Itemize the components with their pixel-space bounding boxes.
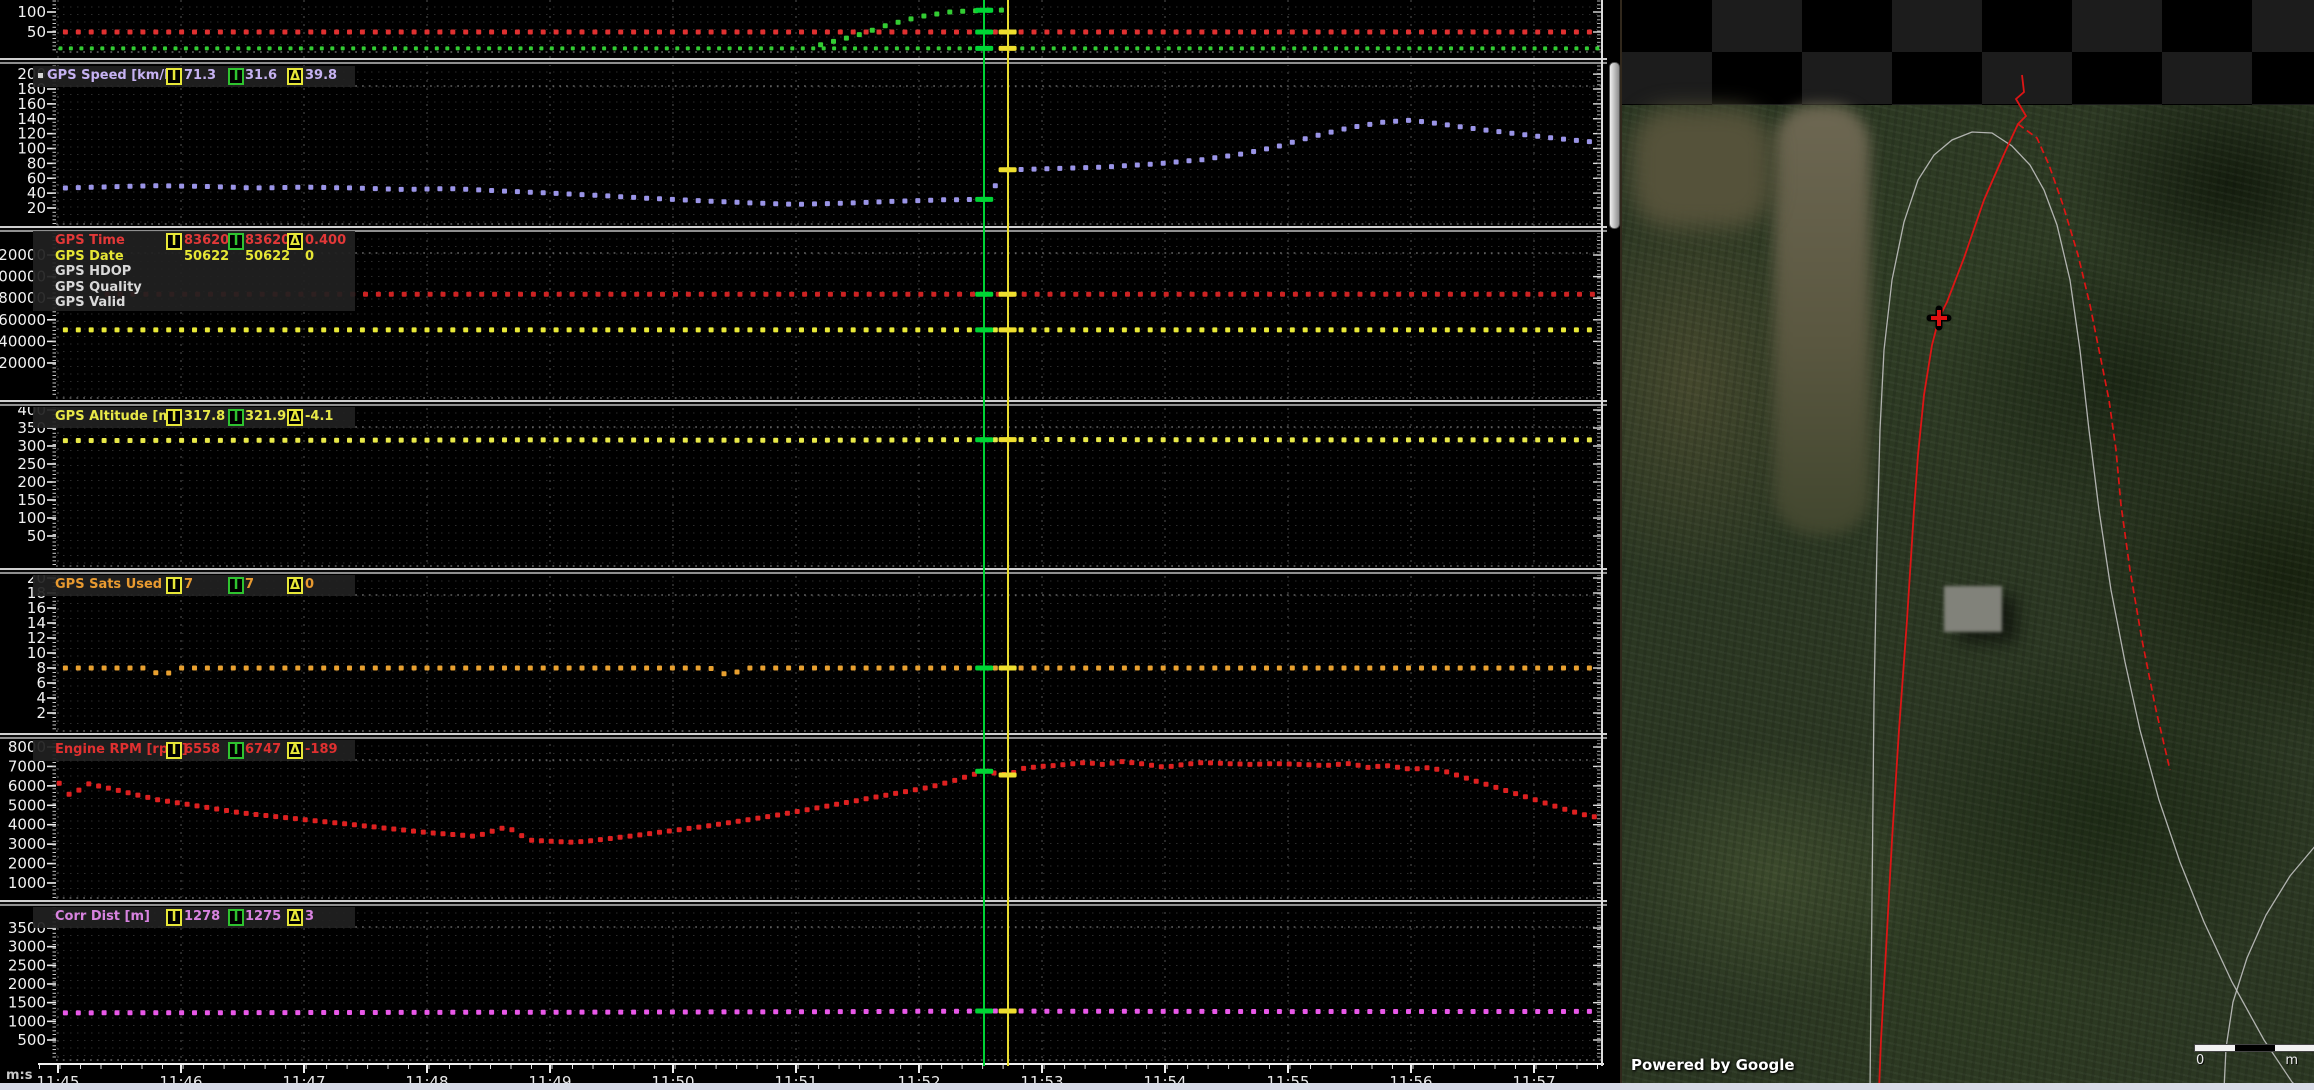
vertical-scrollbar[interactable] [1607,0,1620,1090]
channel-header-gps-speed[interactable]: GPS Speed [km/h] I 71.3 I 31.6 Δ 39.8 [33,66,355,87]
channel-header-gps-time-block[interactable]: GPS Time I 83620. I 83620. Δ 0.400 GPS D… [33,231,355,311]
yellow-cursor-value: 7 [184,577,193,592]
channel-header-engine-rpm[interactable]: Engine RPM [rpm] I 6558 I 6747 Δ -189 [33,740,355,761]
svg-text:500: 500 [17,1031,46,1049]
svg-text:250: 250 [17,455,46,473]
svg-text:2: 2 [36,704,46,722]
svg-text:100: 100 [17,509,46,527]
delta-value: 39.8 [305,68,337,83]
gps-track-overlay[interactable] [1622,0,2314,1090]
telemetry-analysis-window: 1005020018016014012010080604020200000000… [0,0,2314,1090]
delta-value: -189 [305,742,338,757]
svg-text:1000: 1000 [8,1012,46,1030]
yellow-cursor-value: 317.8 [184,409,225,424]
map-scale-bar: 0 m [2194,1044,2314,1068]
channel-row-gps-quality[interactable]: GPS Quality [33,278,355,294]
delta-value: -4.1 [305,409,333,424]
svg-text:50: 50 [27,527,46,545]
cursor-position-marker [1930,309,1948,327]
svg-text:3000: 3000 [8,835,46,853]
svg-text:1000: 1000 [8,874,46,892]
yellow-cursor-icon: I [166,909,182,926]
svg-text:2500: 2500 [8,956,46,974]
channel-header-gps-altitude[interactable]: GPS Altitude [m] I 317.8 I 321.9 Δ -4.1 [33,407,355,428]
svg-text:300: 300 [17,437,46,455]
panel-separator[interactable] [0,568,1607,575]
delta-icon: Δ [287,577,303,594]
satellite-map-panel[interactable]: Powered by Google 0 m [1620,0,2314,1090]
panel-separator[interactable] [0,58,1607,65]
yellow-cursor-icon: I [166,409,182,426]
green-cursor-line[interactable] [983,0,985,1066]
green-cursor-icon: I [228,577,244,594]
channel-row-gps-hdop[interactable]: GPS HDOP [33,262,355,278]
channel-label: Corr Dist [m] [55,909,150,924]
channel-row-gps-date[interactable]: GPS Date 50622 50622 0 [33,247,355,263]
delta-icon: Δ [287,742,303,759]
green-cursor-icon: I [228,409,244,426]
channel-row-gps-time[interactable]: GPS Time I 83620. I 83620. Δ 0.400 [33,231,355,247]
delta-icon: Δ [287,909,303,926]
svg-text:5000: 5000 [8,796,46,814]
scale-zero-label: 0 [2196,1053,2204,1068]
green-cursor-value: 31.6 [245,68,277,83]
svg-text:200: 200 [17,473,46,491]
yellow-cursor-value: 1278 [184,909,220,924]
scale-bar-graphic [2194,1044,2314,1052]
yellow-cursor-icon: I [166,577,182,594]
delta-value: 0 [305,577,314,592]
yellow-cursor-value: 71.3 [184,68,216,83]
delta-value: 3 [305,909,314,924]
chart-right-border [1601,0,1603,1066]
green-cursor-icon: I [228,742,244,759]
svg-text:20000: 20000 [0,354,46,372]
chart-strip-region[interactable]: 1005020018016014012010080604020200000000… [0,0,1608,1090]
svg-text:20: 20 [27,199,46,217]
channel-label: GPS Speed [km/h] [47,68,179,83]
channel-label: GPS Sats Used [55,577,162,592]
yellow-cursor-icon: I [166,742,182,759]
delta-icon: Δ [287,409,303,426]
panel-separator[interactable] [0,900,1607,907]
svg-text:2000: 2000 [8,975,46,993]
delta-icon: Δ [287,68,303,85]
channel-header-corr-dist[interactable]: Corr Dist [m] I 1278 I 1275 Δ 3 [33,907,355,928]
svg-text:1500: 1500 [8,994,46,1012]
channel-label: GPS Valid [55,295,125,310]
channel-row-gps-valid[interactable]: GPS Valid [33,293,355,309]
yellow-cursor-line[interactable] [1007,0,1009,1066]
green-cursor-value: 1275 [245,909,281,924]
map-attribution: Powered by Google [1631,1056,1795,1074]
panel-separator[interactable] [0,400,1607,407]
yellow-cursor-icon: I [166,68,182,85]
scale-unit-label: m [2285,1053,2298,1068]
channel-label: GPS Altitude [m] [55,409,178,424]
panel-separator[interactable] [0,733,1607,740]
svg-text:60000: 60000 [0,311,46,329]
svg-text:6000: 6000 [8,777,46,795]
selected-channel-marker [38,73,43,78]
scrollbar-thumb[interactable] [1609,62,1620,229]
svg-text:3000: 3000 [8,938,46,956]
yellow-cursor-value: 6558 [184,742,220,757]
window-bottom-edge [0,1083,2314,1090]
channel-header-gps-sats[interactable]: GPS Sats Used I 7 I 7 Δ 0 [33,575,355,596]
x-axis-unit-label: m:s [6,1068,32,1083]
svg-text:4000: 4000 [8,816,46,834]
svg-text:100: 100 [17,3,46,21]
green-cursor-icon: I [228,909,244,926]
svg-text:50: 50 [27,23,46,41]
svg-text:40000: 40000 [0,332,46,350]
green-cursor-value: 321.9 [245,409,286,424]
svg-text:150: 150 [17,491,46,509]
green-cursor-value: 6747 [245,742,281,757]
green-cursor-icon: I [228,68,244,85]
svg-text:2000: 2000 [8,855,46,873]
green-cursor-value: 7 [245,577,254,592]
